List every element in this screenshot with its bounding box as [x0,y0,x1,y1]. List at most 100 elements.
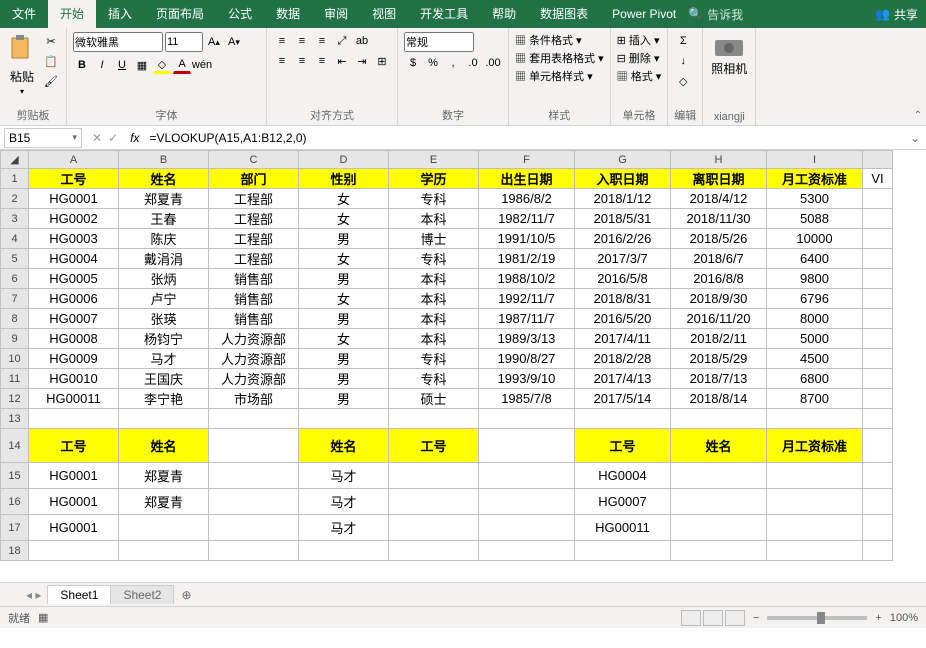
cell[interactable]: HG0005 [29,269,119,289]
cell[interactable]: 李宁艳 [119,389,209,409]
align-left-button[interactable]: ≡ [273,52,291,70]
cell[interactable]: 工号 [29,429,119,463]
row-header[interactable]: 15 [1,463,29,489]
view-page-break-button[interactable] [725,610,745,626]
font-color-button[interactable]: A [173,56,191,74]
row-header[interactable]: 14 [1,429,29,463]
cell[interactable]: 2016/5/8 [575,269,671,289]
cell[interactable] [671,409,767,429]
increase-font-button[interactable]: A▴ [205,33,223,51]
cell[interactable]: 男 [299,309,389,329]
cell[interactable]: 部门 [209,169,299,189]
row-header[interactable]: 9 [1,329,29,349]
cell[interactable]: 1982/11/7 [479,209,575,229]
cell[interactable] [119,409,209,429]
cell[interactable]: 工程部 [209,249,299,269]
cell[interactable] [389,515,479,541]
view-page-layout-button[interactable] [703,610,723,626]
cell[interactable]: 2018/8/31 [575,289,671,309]
cell[interactable] [479,515,575,541]
cell[interactable] [863,209,893,229]
collapse-ribbon-button[interactable]: ⌃ [914,110,922,121]
cell[interactable] [863,541,893,561]
border-button[interactable]: ▦ [133,56,151,74]
clear-button[interactable]: ◇ [674,72,692,90]
cell[interactable]: HG00011 [575,515,671,541]
cell[interactable]: 卢宁 [119,289,209,309]
cell[interactable]: 杨钧宁 [119,329,209,349]
underline-button[interactable]: U [113,56,131,74]
cell[interactable]: VI [863,169,893,189]
align-top-button[interactable]: ≡ [273,32,291,50]
cell[interactable] [863,369,893,389]
cell[interactable]: 5088 [767,209,863,229]
cell[interactable]: 本科 [389,329,479,349]
cell[interactable]: 女 [299,209,389,229]
cell[interactable]: HG0001 [29,489,119,515]
cell[interactable] [119,541,209,561]
cancel-formula-button[interactable]: ✕ [92,131,102,145]
cell[interactable]: HG0006 [29,289,119,309]
cell[interactable]: 本科 [389,269,479,289]
cell[interactable] [863,349,893,369]
font-size-select[interactable] [165,32,203,52]
cell[interactable] [863,269,893,289]
cell[interactable]: 2018/5/31 [575,209,671,229]
insert-cells-button[interactable]: ⊞ 插入 ▾ [617,32,662,48]
cell[interactable]: 戴涓涓 [119,249,209,269]
cell[interactable]: 工号 [389,429,479,463]
cell[interactable]: 2018/2/28 [575,349,671,369]
cell[interactable]: 马才 [119,349,209,369]
copy-button[interactable]: 📋 [42,52,60,70]
align-bottom-button[interactable]: ≡ [313,32,331,50]
increase-decimal-button[interactable]: .0 [464,54,482,72]
cell[interactable]: 6800 [767,369,863,389]
cell[interactable] [863,189,893,209]
cell[interactable] [209,463,299,489]
cell[interactable] [209,429,299,463]
row-header[interactable]: 11 [1,369,29,389]
cell[interactable]: 2017/4/13 [575,369,671,389]
camera-button[interactable]: 照相机 [709,32,749,79]
cell[interactable]: 女 [299,249,389,269]
cell[interactable]: 专科 [389,249,479,269]
conditional-format-button[interactable]: ▦ 条件格式 ▾ [515,32,604,48]
cell[interactable]: 王国庆 [119,369,209,389]
delete-cells-button[interactable]: ⊟ 删除 ▾ [617,50,662,66]
cell[interactable]: 1989/3/13 [479,329,575,349]
col-header[interactable]: H [671,151,767,169]
row-header[interactable]: 2 [1,189,29,209]
fill-button[interactable]: ↓ [674,52,692,70]
cut-button[interactable]: ✂ [42,32,60,50]
cell[interactable]: 专科 [389,369,479,389]
number-format-select[interactable] [404,32,474,52]
cell[interactable] [767,463,863,489]
cell[interactable]: 姓名 [119,169,209,189]
cell[interactable] [671,489,767,515]
cell[interactable]: 出生日期 [479,169,575,189]
select-all-corner[interactable]: ◢ [1,151,29,169]
cell[interactable] [863,249,893,269]
cell[interactable]: HG0001 [29,189,119,209]
cell[interactable]: HG0004 [29,249,119,269]
cell[interactable] [299,409,389,429]
cell[interactable]: 入职日期 [575,169,671,189]
zoom-out-button[interactable]: − [753,612,759,624]
row-header[interactable]: 3 [1,209,29,229]
cell[interactable]: HG00011 [29,389,119,409]
cell[interactable]: 男 [299,349,389,369]
col-header[interactable]: B [119,151,209,169]
cell[interactable]: 2018/5/29 [671,349,767,369]
sheet-nav[interactable]: ◂ ▸ [20,588,47,602]
decrease-font-button[interactable]: A▾ [225,33,243,51]
cell[interactable]: 2016/11/20 [671,309,767,329]
cell[interactable]: 马才 [299,515,389,541]
cell[interactable]: HG0001 [29,463,119,489]
tab-insert[interactable]: 插入 [96,0,144,28]
decrease-decimal-button[interactable]: .00 [484,54,502,72]
cell[interactable]: 1993/9/10 [479,369,575,389]
zoom-slider[interactable] [767,616,867,620]
cell[interactable] [863,515,893,541]
decrease-indent-button[interactable]: ⇤ [333,52,351,70]
cell[interactable] [671,463,767,489]
